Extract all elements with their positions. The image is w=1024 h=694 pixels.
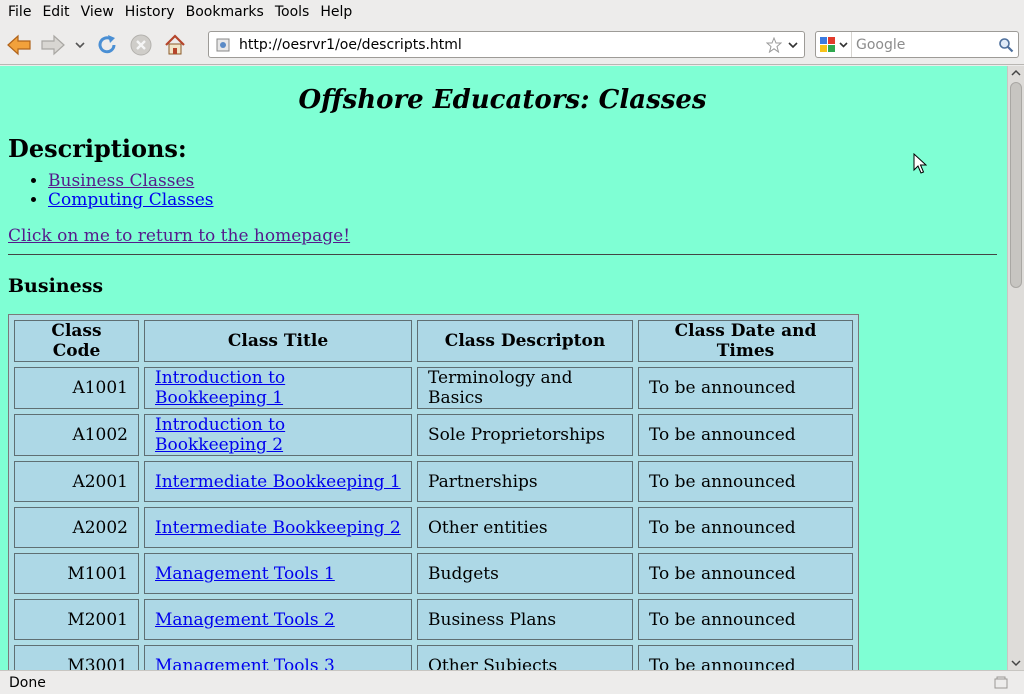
class-code-cell: A1001: [14, 367, 139, 409]
vertical-scrollbar[interactable]: [1007, 66, 1024, 670]
menu-file[interactable]: File: [4, 0, 38, 25]
class-code-cell: M1001: [14, 553, 139, 594]
table-row: A2002 Intermediate Bookkeeping 2 Other e…: [14, 507, 853, 548]
search-input[interactable]: [852, 36, 996, 53]
descriptions-heading: Descriptions:: [8, 134, 187, 163]
stop-button[interactable]: [124, 28, 158, 62]
search-engine-selector[interactable]: [816, 32, 852, 57]
page-title: Offshore Educators: Classes: [298, 85, 707, 115]
class-title-link[interactable]: Introduction to Bookkeeping 2: [155, 415, 285, 455]
reload-button[interactable]: [90, 28, 124, 62]
search-bar: [815, 31, 1019, 58]
google-logo-icon: [819, 36, 848, 52]
return-homepage-link[interactable]: Click on me to return to the homepage!: [8, 226, 997, 246]
menu-help[interactable]: Help: [316, 0, 359, 25]
mouse-pointer-icon: [913, 153, 927, 174]
navigation-toolbar: http://oesrvr1/oe/descripts.html: [0, 25, 1024, 65]
class-description-cell: Other entities: [417, 507, 633, 548]
menu-bar: File Edit View History Bookmarks Tools H…: [0, 0, 1024, 25]
header-class-date: Class Date and Times: [638, 320, 853, 362]
class-title-cell: Management Tools 1: [144, 553, 412, 594]
menu-bookmarks[interactable]: Bookmarks: [182, 0, 271, 25]
class-description-cell: Terminology and Basics: [417, 367, 633, 409]
business-classes-link[interactable]: Business Classes: [48, 171, 194, 191]
class-description-cell: Sole Proprietorships: [417, 414, 633, 456]
stop-icon: [130, 34, 152, 55]
horizontal-divider: [8, 254, 997, 255]
class-description-cell: Business Plans: [417, 599, 633, 640]
class-title-link[interactable]: Management Tools 1: [155, 564, 335, 584]
history-dropdown-button[interactable]: [70, 28, 90, 62]
header-class-title: Class Title: [144, 320, 412, 362]
class-code-cell: A2001: [14, 461, 139, 502]
descriptions-link-list: Business Classes Computing Classes: [48, 172, 997, 210]
table-row: M2001 Management Tools 2 Business Plans …: [14, 599, 853, 640]
table-row: M1001 Management Tools 1 Budgets To be a…: [14, 553, 853, 594]
class-date-cell: To be announced: [638, 414, 853, 456]
class-title-cell: Introduction to Bookkeeping 2: [144, 414, 412, 456]
class-code-cell: A2002: [14, 507, 139, 548]
class-title-cell: Introduction to Bookkeeping 1: [144, 367, 412, 409]
status-bar: Done: [0, 670, 1024, 694]
business-classes-table: Class Code Class Title Class Descripton …: [8, 314, 859, 670]
business-heading: Business: [8, 275, 104, 297]
home-icon: [165, 33, 185, 54]
page-favicon-icon: [215, 37, 231, 53]
forward-button[interactable]: [36, 28, 70, 62]
class-date-cell: To be announced: [638, 645, 853, 670]
class-title-cell: Intermediate Bookkeeping 2: [144, 507, 412, 548]
class-date-cell: To be announced: [638, 507, 853, 548]
status-text: Done: [9, 674, 46, 691]
table-row: A1001 Introduction to Bookkeeping 1 Term…: [14, 367, 853, 409]
class-description-cell: Budgets: [417, 553, 633, 594]
scroll-up-arrow-icon[interactable]: [1008, 66, 1024, 80]
class-title-cell: Management Tools 3: [144, 645, 412, 670]
class-title-cell: Intermediate Bookkeeping 1: [144, 461, 412, 502]
reload-icon: [98, 34, 116, 53]
status-resize-icon: [994, 676, 1008, 689]
table-row: M3001 Management Tools 3 Other Subjects …: [14, 645, 853, 670]
table-row: A1002 Introduction to Bookkeeping 2 Sole…: [14, 414, 853, 456]
class-description-cell: Partnerships: [417, 461, 633, 502]
url-text[interactable]: http://oesrvr1/oe/descripts.html: [239, 37, 765, 53]
home-button[interactable]: [158, 28, 192, 62]
class-title-cell: Management Tools 2: [144, 599, 412, 640]
class-title-link[interactable]: Management Tools 3: [155, 656, 335, 671]
header-class-description: Class Descripton: [417, 320, 633, 362]
table-row: A2001 Intermediate Bookkeeping 1 Partner…: [14, 461, 853, 502]
menu-edit[interactable]: Edit: [38, 0, 76, 25]
header-class-code: Class Code: [14, 320, 139, 362]
chevron-down-icon: [75, 41, 85, 48]
bookmark-star-icon[interactable]: [765, 36, 783, 54]
class-date-cell: To be announced: [638, 367, 853, 409]
class-title-link[interactable]: Intermediate Bookkeeping 2: [155, 518, 401, 538]
class-code-cell: A1002: [14, 414, 139, 456]
computing-classes-link[interactable]: Computing Classes: [48, 190, 214, 210]
class-title-link[interactable]: Management Tools 2: [155, 610, 335, 630]
scroll-down-arrow-icon[interactable]: [1008, 656, 1024, 670]
list-item: Computing Classes: [48, 191, 997, 210]
table-header-row: Class Code Class Title Class Descripton …: [14, 320, 853, 362]
page-content: Offshore Educators: Classes Descriptions…: [0, 66, 1007, 670]
class-date-cell: To be announced: [638, 599, 853, 640]
back-arrow-icon: [7, 34, 31, 55]
back-button[interactable]: [2, 28, 36, 62]
url-bar[interactable]: http://oesrvr1/oe/descripts.html: [208, 31, 805, 58]
class-code-cell: M3001: [14, 645, 139, 670]
menu-tools[interactable]: Tools: [271, 0, 317, 25]
url-dropdown-icon[interactable]: [785, 36, 801, 54]
class-title-link[interactable]: Intermediate Bookkeeping 1: [155, 472, 401, 492]
class-description-cell: Other Subjects: [417, 645, 633, 670]
search-magnifier-icon[interactable]: [996, 35, 1016, 55]
class-title-link[interactable]: Introduction to Bookkeeping 1: [155, 368, 285, 408]
forward-arrow-icon: [41, 34, 65, 55]
menu-history[interactable]: History: [121, 0, 182, 25]
menu-view[interactable]: View: [77, 0, 121, 25]
list-item: Business Classes: [48, 172, 997, 191]
scrollbar-thumb[interactable]: [1010, 82, 1022, 288]
class-code-cell: M2001: [14, 599, 139, 640]
class-date-cell: To be announced: [638, 461, 853, 502]
class-date-cell: To be announced: [638, 553, 853, 594]
